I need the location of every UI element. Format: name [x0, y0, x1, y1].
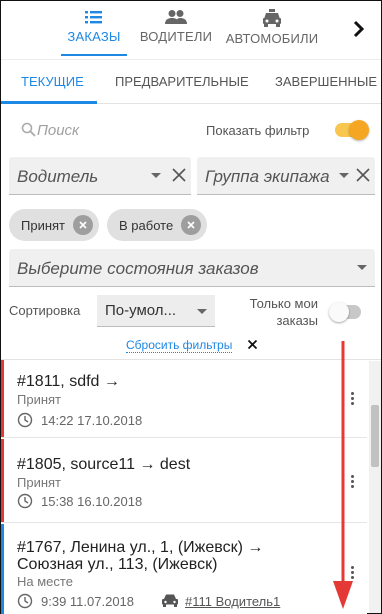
only-mine-toggle[interactable] [329, 302, 361, 322]
clear-driver-icon[interactable] [171, 167, 187, 183]
more-vert-icon[interactable] [347, 392, 357, 410]
clock-icon [17, 412, 33, 428]
taxi-icon [263, 9, 281, 27]
nav-item-orders[interactable]: ЗАКАЗЫ [61, 1, 127, 57]
people-icon [165, 10, 187, 24]
order-status-stripe [1, 439, 4, 522]
order-status-select[interactable]: Выберите состояния заказов [9, 249, 375, 287]
chip-remove-icon[interactable] [181, 215, 202, 235]
chip-label: В работе [119, 217, 174, 233]
chip-remove-icon[interactable] [73, 215, 94, 235]
order-status: Принят [17, 475, 62, 490]
only-mine-label: Только мои заказы [249, 296, 318, 328]
sort-select[interactable]: По-умол... [97, 295, 215, 327]
caret-down-icon [151, 173, 161, 178]
scrollbar-thumb[interactable] [371, 405, 379, 467]
driver-select[interactable]: Водитель [9, 157, 191, 195]
tab-current[interactable]: ТЕКУЩИЕ [21, 60, 84, 104]
show-filter-toggle[interactable] [335, 120, 369, 140]
order-card[interactable]: #1805, source11 → dest Принят 15:38 16.1… [1, 439, 367, 523]
nav-item-cars[interactable]: АВТОМОБИЛИ [225, 1, 319, 57]
order-card[interactable]: #1767, Ленина ул., 1, (Ижевск) → Союзная… [1, 524, 367, 614]
toggle-knob [329, 302, 349, 322]
caret-down-icon [339, 173, 349, 178]
list-scrollbar[interactable] [369, 361, 381, 613]
nav-active-indicator [61, 54, 127, 56]
show-filter-label: Показать фильтр [206, 123, 310, 138]
clock-icon [17, 493, 33, 509]
order-list[interactable]: #1811, sdfd → Принят 14:22 17.10.2018 #1… [1, 359, 381, 614]
order-status: На месте [17, 574, 73, 589]
reset-filters-link[interactable]: Сбросить фильтры [126, 338, 233, 353]
clock-icon [17, 593, 33, 609]
close-icon[interactable] [247, 339, 258, 350]
nav-item-label: ЗАКАЗЫ [67, 29, 121, 44]
reset-row: Сбросить фильтры [1, 337, 381, 355]
chevron-right-icon[interactable] [349, 19, 369, 39]
order-status-stripe [1, 360, 4, 437]
sort-row: Сортировка По-умол... Только мои заказы [1, 295, 381, 335]
more-vert-icon[interactable] [347, 475, 357, 493]
crew-group-select[interactable]: Группа экипажа [197, 157, 375, 195]
status-chip: Принят [9, 209, 100, 241]
driver-select-placeholder: Водитель [17, 167, 99, 186]
crew-group-placeholder: Группа экипажа [205, 167, 330, 186]
tab-scheduled[interactable]: ПРЕДВАРИТЕЛЬНЫЕ [115, 60, 249, 104]
list-icon [85, 11, 102, 24]
sort-select-value: По-умол... [105, 302, 177, 319]
order-tabs: ТЕКУЩИЕ ПРЕДВАРИТЕЛЬНЫЕ ЗАВЕРШЕННЫЕ [1, 59, 381, 104]
order-status: Принят [17, 392, 62, 407]
order-status-stripe [1, 524, 4, 614]
caret-down-icon [357, 265, 367, 270]
order-time: 14:22 17.10.2018 [41, 413, 143, 428]
order-time: 15:38 16.10.2018 [41, 494, 143, 509]
toggle-knob [349, 120, 369, 140]
order-card[interactable]: #1811, sdfd → Принят 14:22 17.10.2018 [1, 360, 367, 438]
tab-completed[interactable]: ЗАВЕРШЕННЫЕ [275, 60, 377, 104]
order-title: #1805, source11 → dest [17, 456, 191, 473]
order-title-continued: Союзная ул., 113, (Ижевск) [17, 556, 218, 573]
order-title: #1811, sdfd → [17, 373, 120, 390]
more-vert-icon[interactable] [347, 566, 357, 584]
car-icon [162, 594, 178, 607]
search-row: Показать фильтр [1, 111, 381, 149]
top-nav: ЗАКАЗЫ ВОДИТЕЛИ АВТОМОБИЛИ [1, 1, 381, 57]
clear-crew-group-icon[interactable] [355, 167, 371, 183]
tab-active-indicator [1, 101, 97, 104]
search-icon [21, 122, 36, 137]
nav-item-drivers[interactable]: ВОДИТЕЛИ [139, 1, 213, 57]
chip-label: Принят [21, 217, 66, 233]
order-status-placeholder: Выберите состояния заказов [17, 259, 259, 278]
sort-label: Сортировка [9, 303, 81, 318]
nav-item-label: АВТОМОБИЛИ [225, 31, 319, 46]
search-input[interactable] [37, 117, 187, 143]
caret-down-icon [197, 309, 207, 314]
order-time: 9:39 11.07.2018 [41, 594, 135, 609]
order-driver-link[interactable]: #111 Водитель1 [185, 594, 280, 609]
nav-item-label: ВОДИТЕЛИ [139, 29, 213, 44]
status-chip: В работе [107, 209, 208, 241]
